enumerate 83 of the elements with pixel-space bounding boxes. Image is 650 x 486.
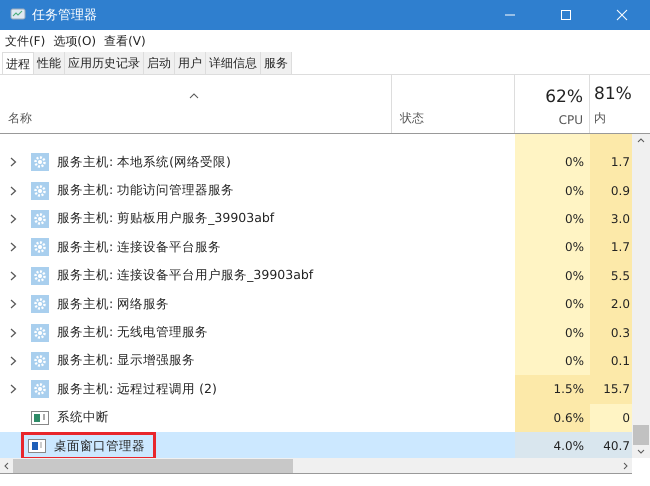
close-icon[interactable]	[616, 9, 628, 21]
scroll-left-icon[interactable]	[4, 462, 9, 470]
scroll-thumb[interactable]	[13, 458, 293, 472]
tab[interactable]: 服务	[261, 52, 292, 74]
cpu-cell: 1.5%	[515, 375, 590, 404]
cpu-cell: 0%	[515, 148, 590, 176]
cpu-cell: 0.6%	[515, 404, 590, 432]
cpu-total: 62%	[545, 87, 583, 107]
chevron-icon[interactable]	[10, 270, 17, 281]
chevron-icon[interactable]	[10, 384, 17, 394]
memory-cell: 1.7	[590, 148, 632, 176]
memory-cell: 1.7	[590, 233, 632, 262]
chevron-icon[interactable]	[10, 328, 17, 338]
column-header[interactable]: CPU	[558, 113, 583, 127]
scroll-up-icon[interactable]	[637, 138, 645, 143]
tab[interactable]: 进程	[2, 52, 34, 74]
menu-item[interactable]: 选项(O)	[53, 32, 96, 50]
menu-item[interactable]: 文件(F)	[5, 32, 46, 50]
tab[interactable]: 详细信息	[206, 52, 261, 74]
column-header[interactable]: 状态	[400, 110, 424, 127]
process-name: 服务主机: 连接设备平台用户服务_39903abf	[57, 267, 314, 284]
menu-item[interactable]: 查看(V)	[104, 32, 146, 50]
memory-cell: 5.5	[590, 262, 632, 290]
cpu-cell: 0%	[515, 176, 590, 205]
horizontal-scrollbar[interactable]	[0, 458, 632, 474]
cpu-cell: 0%	[515, 290, 590, 318]
scroll-down-icon[interactable]	[637, 449, 645, 454]
column-header[interactable]: 内	[594, 110, 606, 127]
chevron-icon[interactable]	[10, 242, 17, 252]
scroll-thumb[interactable]	[633, 425, 649, 445]
process-name: 服务主机: 功能访问管理器服务	[57, 182, 234, 200]
chevron-icon[interactable]	[10, 299, 17, 310]
tab[interactable]: 应用历史记录	[65, 52, 144, 74]
vertical-scrollbar[interactable]	[632, 134, 650, 458]
process-name: 服务主机: 远程过程调用 (2)	[57, 380, 217, 398]
maximize-icon[interactable]	[560, 9, 572, 21]
sort-caret-icon	[189, 93, 199, 99]
process-name: 服务主机: 连接设备平台服务	[57, 238, 222, 256]
memory-cell: 0.3	[590, 318, 632, 347]
memory-cell: 3.0	[590, 204, 632, 234]
memory-cell: 15.7	[590, 375, 632, 404]
memory-cell: 0.9	[590, 176, 632, 205]
process-name: 服务主机: 剪贴板用户服务_39903abf	[57, 210, 274, 228]
process-name: 服务主机: 无线电管理服务	[57, 324, 208, 342]
chevron-icon[interactable]	[10, 356, 17, 366]
process-row[interactable]: 服务主机: 网络服务 0% 2.0	[0, 290, 632, 318]
chevron-icon[interactable]	[10, 157, 17, 168]
column-header[interactable]: 名称	[8, 110, 32, 127]
process-row[interactable]: 服务主机: 连接设备平台服务 0% 1.7	[0, 233, 632, 262]
tab[interactable]: 启动	[144, 52, 175, 74]
process-row[interactable]: 服务主机: 剪贴板用户服务_39903abf 0% 3.0	[0, 204, 632, 234]
process-row[interactable]: 服务主机: 无线电管理服务 0% 0.3	[0, 318, 632, 347]
process-name: 桌面窗口管理器	[54, 438, 145, 455]
cpu-cell: 0%	[515, 262, 590, 290]
scroll-right-icon[interactable]	[623, 462, 628, 470]
process-name: 服务主机: 本地系统(网络受限)	[57, 154, 231, 171]
memory-cell: 0.1	[590, 346, 632, 376]
process-row[interactable]: 服务主机: 远程过程调用 (2) 1.5% 15.7	[0, 375, 632, 404]
process-row[interactable]: 服务主机: 显示增强服务 0% 0.1	[0, 346, 632, 376]
cpu-cell: 0%	[515, 233, 590, 262]
process-name: 服务主机: 显示增强服务	[57, 352, 196, 370]
memory-cell: 2.0	[590, 290, 632, 318]
cpu-cell: 0%	[515, 318, 590, 347]
cpu-cell: 4.0%	[515, 432, 590, 458]
process-row[interactable]: 服务主机: 本地系统(网络受限) 0% 1.7	[0, 148, 632, 176]
window-title: 任务管理器	[32, 7, 97, 24]
process-name: 系统中断	[57, 409, 109, 426]
chevron-icon[interactable]	[10, 186, 17, 196]
cpu-cell: 0%	[515, 346, 590, 376]
process-row[interactable]: 桌面窗口管理器 4.0% 40.7	[0, 432, 632, 458]
tab[interactable]: 用户	[175, 52, 206, 74]
process-row[interactable]: 服务主机: 功能访问管理器服务 0% 0.9	[0, 176, 632, 205]
memory-cell	[590, 134, 632, 148]
app-icon	[10, 8, 26, 22]
chevron-icon[interactable]	[10, 214, 17, 224]
memory-cell: 0	[590, 404, 632, 432]
memory-cell: 40.7	[590, 432, 632, 458]
process-name: 服务主机: 网络服务	[57, 296, 170, 313]
cpu-cell: 0%	[515, 204, 590, 234]
memory-total: 81%	[594, 84, 632, 104]
process-row[interactable]: 服务主机: 连接设备平台用户服务_39903abf 0% 5.5	[0, 262, 632, 290]
tab[interactable]: 性能	[34, 52, 65, 74]
process-row[interactable]: 系统中断 0.6% 0	[0, 404, 632, 432]
